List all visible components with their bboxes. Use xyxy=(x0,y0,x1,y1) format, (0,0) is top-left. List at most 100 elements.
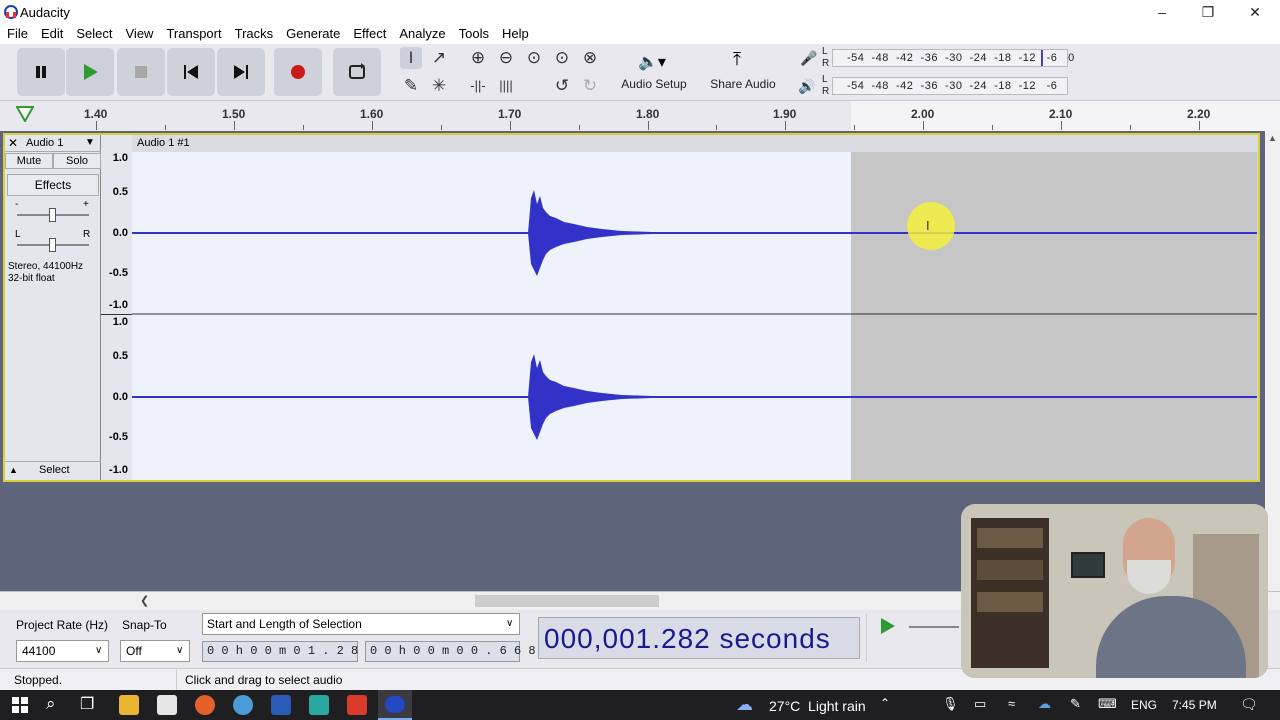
trim-audio-icon[interactable]: -||- xyxy=(467,75,489,97)
pan-left-label: L xyxy=(15,229,21,240)
multi-tool-icon[interactable]: ✳ xyxy=(428,75,450,97)
ruler-tick xyxy=(234,121,235,130)
snap-to-label: Snap-To xyxy=(122,618,167,632)
track-format-info: Stereo, 44100Hz xyxy=(8,261,84,272)
task-view-icon[interactable]: ❐ xyxy=(80,694,94,714)
selection-length-time[interactable]: 0 0 h 0 0 m 0 0 . 6 6 8 s xyxy=(365,641,550,662)
ruler-label: 1.40 xyxy=(84,107,108,121)
close-window-button[interactable]: ✕ xyxy=(1232,0,1278,24)
skip-to-end-button[interactable] xyxy=(217,48,265,96)
notifications-icon[interactable]: 🗨 xyxy=(1240,696,1258,713)
clock[interactable]: 7:45 PM xyxy=(1172,698,1217,712)
store-icon[interactable] xyxy=(157,695,177,715)
selection-tool-icon[interactable]: I xyxy=(400,47,422,69)
skip-end-icon xyxy=(234,65,248,79)
menu-edit[interactable]: Edit xyxy=(34,24,69,41)
menu-transport[interactable]: Transport xyxy=(159,24,227,41)
menu-generate[interactable]: Generate xyxy=(279,24,346,41)
audacity-taskbar-button[interactable] xyxy=(378,690,412,720)
gain-slider-thumb[interactable] xyxy=(49,208,56,222)
collapse-track-icon[interactable]: ▲ xyxy=(9,465,18,475)
record-button[interactable] xyxy=(274,48,322,96)
select-track-button[interactable]: Select xyxy=(39,464,70,476)
rec-meter-L: L xyxy=(822,46,829,57)
zoom-in-icon[interactable]: ⊕ xyxy=(467,47,489,69)
language-indicator[interactable]: ENG xyxy=(1131,698,1157,712)
play-at-speed-icon[interactable] xyxy=(879,617,897,635)
pen-icon[interactable]: ✎ xyxy=(1070,696,1081,712)
status-state: Stopped. xyxy=(14,673,63,687)
pause-button[interactable] xyxy=(17,48,65,96)
menu-help[interactable]: Help xyxy=(495,24,535,41)
search-icon[interactable]: ⌕ xyxy=(46,694,56,714)
onedrive-icon[interactable]: ☁ xyxy=(1038,696,1051,712)
minimize-button[interactable]: – xyxy=(1139,0,1185,24)
snagit-icon[interactable] xyxy=(347,695,367,715)
envelope-tool-icon[interactable]: ↗ xyxy=(428,47,450,69)
pan-slider-thumb[interactable] xyxy=(49,238,56,252)
share-audio-button[interactable]: ⤒ Share Audio xyxy=(703,46,783,98)
microphone-icon: 🎤 xyxy=(800,50,818,66)
play-button[interactable] xyxy=(66,48,114,96)
track-menu-chevron-icon[interactable]: ▼ xyxy=(85,137,95,148)
playback-meter[interactable]: -54 -48 -42 -36 -30 -24 -18 -12 -6 xyxy=(832,77,1068,95)
file-explorer-icon[interactable] xyxy=(119,695,139,715)
scroll-up-icon[interactable]: ▲ xyxy=(1268,133,1277,143)
menu-file[interactable]: File xyxy=(0,24,34,41)
menu-tools[interactable]: Tools xyxy=(452,24,495,41)
time-display[interactable]: 000,001.282 seconds xyxy=(538,617,860,659)
project-rate-select[interactable]: 44100 ∨ xyxy=(16,640,109,662)
keyboard-icon[interactable]: ⌨ xyxy=(1098,696,1117,712)
battery-icon[interactable]: ▭ xyxy=(974,696,986,712)
skip-to-start-button[interactable] xyxy=(167,48,215,96)
horizontal-scroll-thumb[interactable] xyxy=(475,595,659,607)
selection-length-value: 0 0 h 0 0 m 0 0 . 6 6 8 s xyxy=(370,644,551,658)
ruler-tick xyxy=(992,125,993,130)
selection-mode-select[interactable]: Start and Length of Selection ∨ xyxy=(202,613,520,635)
windows-start-icon[interactable] xyxy=(12,697,28,713)
firefox-icon[interactable] xyxy=(195,695,215,715)
zoom-toggle-icon[interactable]: ⊗ xyxy=(579,47,601,69)
undo-icon[interactable]: ↺ xyxy=(551,75,573,97)
microphone-tray-icon[interactable]: 🎙 xyxy=(942,696,959,712)
amplitude-axis: 1.0 0.5 0.0 -0.5 -1.0 1.0 0.5 0.0 -0.5 -… xyxy=(101,135,132,480)
calculator-icon[interactable] xyxy=(309,695,329,715)
close-track-icon[interactable]: ✕ xyxy=(8,136,18,150)
fit-selection-icon[interactable]: ⊙ xyxy=(523,47,545,69)
ruler-label: 1.50 xyxy=(222,107,246,121)
stop-button[interactable] xyxy=(117,48,165,96)
timeline-ruler[interactable]: 1.40 1.50 1.60 1.70 1.80 1.90 2.00 2.10 … xyxy=(0,101,1280,131)
waveform-left-burst xyxy=(528,190,692,276)
menu-tracks[interactable]: Tracks xyxy=(228,24,280,41)
silence-audio-icon[interactable]: |||| xyxy=(495,75,517,97)
scroll-left-icon[interactable]: ❮ xyxy=(140,594,149,607)
track-name-menu[interactable]: Audio 1 xyxy=(26,137,63,149)
playback-speed-slider[interactable] xyxy=(909,626,959,628)
menu-analyze[interactable]: Analyze xyxy=(392,24,451,41)
solo-button[interactable]: Solo xyxy=(53,153,101,169)
effects-button[interactable]: Effects xyxy=(7,174,99,196)
menu-effect[interactable]: Effect xyxy=(346,24,392,41)
browser-icon[interactable] xyxy=(233,695,253,715)
waveform[interactable] xyxy=(132,152,1257,480)
menu-view[interactable]: View xyxy=(119,24,160,41)
mute-button[interactable]: Mute xyxy=(5,153,53,169)
selection-start-time[interactable]: 0 0 h 0 0 m 0 1 . 2 8 2 s xyxy=(202,641,387,662)
record-meter[interactable]: -54 -48 -42 -36 -30 -24 -18 -12 -6 0 xyxy=(832,49,1074,67)
loop-button[interactable] xyxy=(333,48,381,96)
restore-button[interactable]: ❐ xyxy=(1185,0,1231,24)
weather-text[interactable]: 27°C Light rain xyxy=(769,698,866,714)
snap-to-select[interactable]: Off ∨ xyxy=(120,640,190,662)
audio-setup-button[interactable]: 🔈▾ Audio Setup xyxy=(614,46,694,98)
show-hidden-icons-icon[interactable]: ⌃ xyxy=(880,696,890,710)
zoom-out-icon[interactable]: ⊖ xyxy=(495,47,517,69)
clip-header[interactable]: Audio 1 #1 xyxy=(132,135,1257,152)
wifi-icon[interactable]: ≈ xyxy=(1008,696,1015,711)
menu-select[interactable]: Select xyxy=(69,24,118,41)
fit-project-icon[interactable]: ⊙ xyxy=(551,47,573,69)
project-rate-value: 44100 xyxy=(22,644,56,658)
word-icon[interactable] xyxy=(271,695,291,715)
draw-tool-icon[interactable]: ✎ xyxy=(400,75,422,97)
ruler-tick xyxy=(716,125,717,130)
redo-icon[interactable]: ↻ xyxy=(579,75,601,97)
